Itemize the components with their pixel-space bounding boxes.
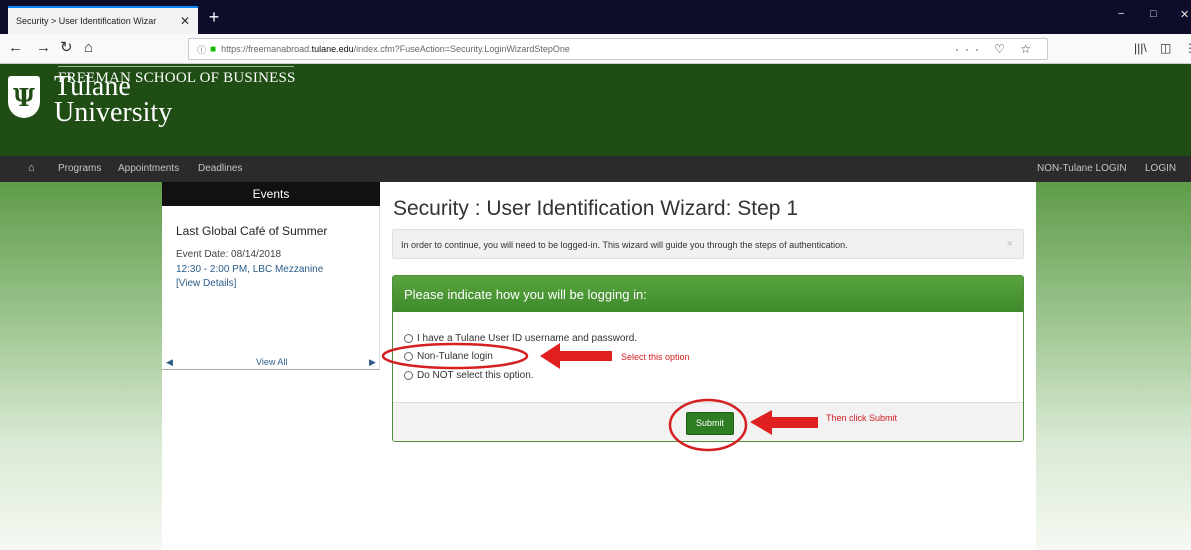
annotation-overlay bbox=[381, 342, 818, 452]
annotation-circle-option bbox=[381, 342, 529, 370]
annotation-select-option: Select this option bbox=[621, 352, 690, 362]
annotation-arrow-submit bbox=[750, 410, 818, 435]
annotation-circle-submit bbox=[668, 398, 748, 452]
annotation-then-submit: Then click Submit bbox=[826, 413, 898, 423]
annotation-arrow-option bbox=[540, 343, 612, 369]
